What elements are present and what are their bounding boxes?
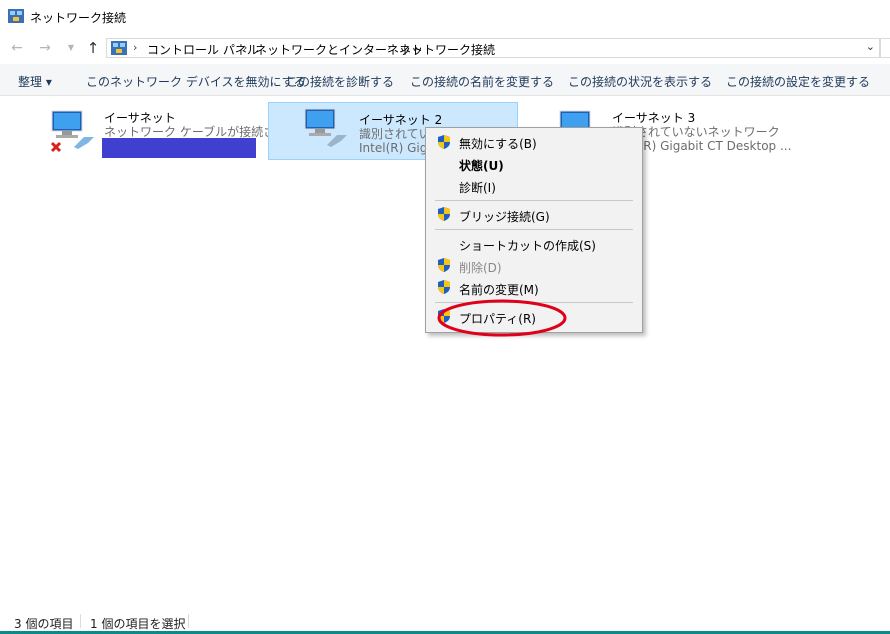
diagnose-connection-button[interactable]: この接続を診断する bbox=[286, 73, 394, 90]
menu-separator bbox=[435, 200, 633, 201]
breadcrumb-network-connections[interactable]: ネットワーク接続 bbox=[399, 41, 495, 58]
control-panel-icon bbox=[111, 41, 127, 55]
breadcrumb-network-internet[interactable]: ネットワークとインターネット bbox=[255, 41, 423, 58]
title-bar: ネットワーク接続 bbox=[0, 0, 890, 34]
uac-shield-icon bbox=[438, 207, 450, 221]
context-menu: 無効にする(B) 状態(U) 診断(I) ブリッジ接続(G) ショートカットの作… bbox=[425, 127, 643, 333]
rename-connection-button[interactable]: この接続の名前を変更する bbox=[410, 73, 554, 90]
recent-locations-chevron-icon[interactable]: ▼ bbox=[62, 39, 80, 57]
breadcrumb-separator-icon[interactable]: › bbox=[243, 41, 247, 54]
organize-menu-button[interactable]: 整理 ▾ bbox=[18, 73, 52, 90]
up-arrow-icon[interactable]: ↑ bbox=[84, 39, 102, 57]
menu-item-delete: 削除(D) bbox=[459, 261, 502, 275]
menu-item-bridge[interactable]: ブリッジ接続(G) bbox=[459, 208, 550, 225]
menu-separator bbox=[435, 302, 633, 303]
status-divider bbox=[80, 614, 81, 628]
uac-shield-icon bbox=[438, 309, 450, 323]
command-bar: 整理 ▾ このネットワーク デバイスを無効にする この接続を診断する この接続の… bbox=[0, 64, 890, 96]
forward-arrow-icon[interactable]: → bbox=[36, 39, 54, 57]
disable-device-button[interactable]: このネットワーク デバイスを無効にする bbox=[86, 73, 306, 90]
menu-item-status[interactable]: 状態(U) bbox=[459, 157, 504, 174]
network-adapter-icon bbox=[50, 110, 94, 153]
item-count: 3 個の項目 bbox=[14, 617, 74, 631]
menu-item-diagnose[interactable]: 診断(I) bbox=[459, 179, 496, 196]
breadcrumb-separator-icon[interactable]: › bbox=[387, 41, 391, 54]
menu-item-disable[interactable]: 無効にする(B) bbox=[459, 135, 537, 152]
view-status-button[interactable]: この接続の状況を表示する bbox=[568, 73, 712, 90]
address-bar[interactable]: › コントロール パネル › ネットワークとインターネット › ネットワーク接続… bbox=[106, 38, 880, 58]
address-row: ← → ▼ ↑ › コントロール パネル › ネットワークとインターネット › … bbox=[0, 34, 890, 62]
uac-shield-icon bbox=[438, 258, 450, 272]
status-divider bbox=[188, 614, 189, 628]
menu-item-create-shortcut[interactable]: ショートカットの作成(S) bbox=[459, 237, 596, 254]
breadcrumb-separator-icon[interactable]: › bbox=[133, 41, 137, 54]
network-connections-icon bbox=[8, 9, 24, 23]
menu-item-properties[interactable]: プロパティ(R) bbox=[459, 310, 536, 327]
selected-count: 1 個の項目を選択 bbox=[90, 617, 186, 631]
uac-shield-icon bbox=[438, 280, 450, 294]
window-title: ネットワーク接続 bbox=[30, 11, 127, 25]
chevron-down-icon[interactable]: ⌄ bbox=[866, 40, 875, 53]
redacted-region bbox=[102, 138, 256, 158]
change-settings-button[interactable]: この接続の設定を変更する bbox=[726, 73, 870, 90]
network-adapter-icon bbox=[304, 108, 347, 147]
uac-shield-icon bbox=[438, 135, 450, 149]
refresh-button[interactable] bbox=[880, 38, 890, 58]
menu-separator bbox=[435, 229, 633, 230]
menu-item-rename[interactable]: 名前の変更(M) bbox=[459, 281, 539, 298]
back-arrow-icon[interactable]: ← bbox=[8, 39, 26, 57]
